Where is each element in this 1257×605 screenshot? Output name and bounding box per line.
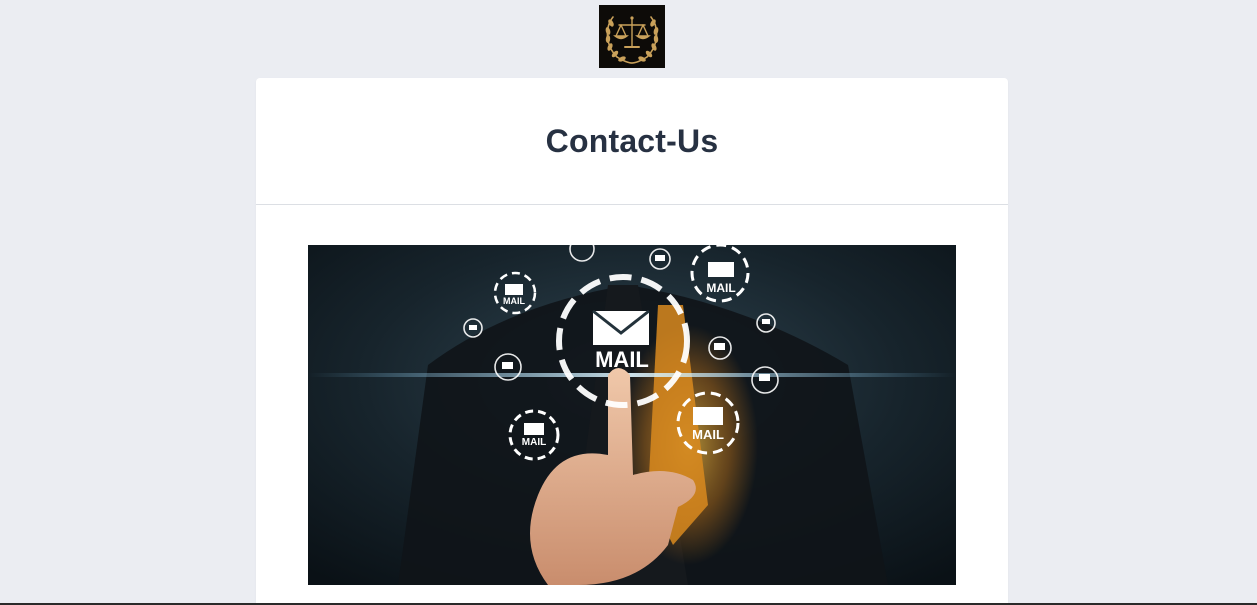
page-title: Contact-Us bbox=[545, 122, 719, 159]
contact-card: Contact-Us MAIL MAIL MAIL MAIL MAIL bbox=[256, 78, 1008, 605]
scales-of-justice-logo[interactable] bbox=[599, 5, 665, 68]
mail-label: MAIL bbox=[692, 427, 724, 442]
mail-label: MAIL bbox=[522, 437, 546, 448]
mail-label: MAIL bbox=[706, 281, 735, 295]
contact-hero-image: MAIL MAIL MAIL MAIL MAIL bbox=[308, 245, 956, 585]
card-header: Contact-Us bbox=[256, 78, 1008, 205]
mail-label: MAIL bbox=[595, 347, 649, 372]
page: Contact-Us MAIL MAIL MAIL MAIL MAIL bbox=[0, 0, 1257, 605]
mail-label: MAIL bbox=[503, 296, 525, 306]
